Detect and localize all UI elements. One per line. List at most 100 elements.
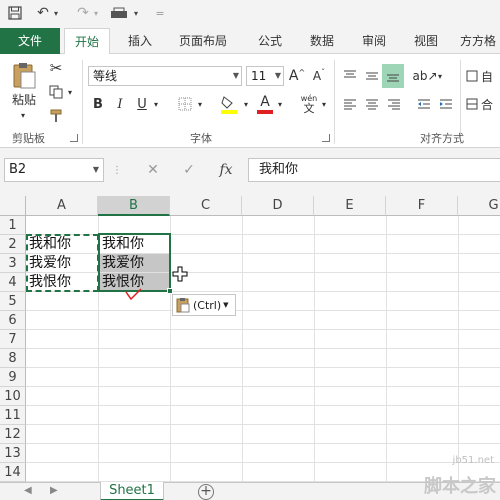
save-icon[interactable] bbox=[6, 4, 24, 22]
gridline bbox=[26, 329, 500, 330]
paste-options-button[interactable]: (Ctrl) ▼ bbox=[172, 294, 236, 316]
row-header-7[interactable]: 7 bbox=[0, 330, 26, 349]
paste-button[interactable]: 粘贴 bbox=[6, 60, 42, 108]
cross-cursor-icon bbox=[172, 266, 188, 282]
column-header-d[interactable]: D bbox=[242, 196, 314, 216]
sheet-tab-sheet1[interactable]: Sheet1 bbox=[100, 482, 164, 500]
paste-options-label: (Ctrl) bbox=[193, 298, 222, 312]
row-header-4[interactable]: 4 bbox=[0, 273, 26, 292]
column-header-b[interactable]: B bbox=[98, 196, 170, 216]
select-all-corner[interactable] bbox=[0, 196, 26, 216]
gridline bbox=[26, 386, 500, 387]
more-options-icon: ⋮ bbox=[112, 164, 122, 176]
merge-center-button[interactable]: 合 bbox=[466, 94, 500, 114]
orientation-dropdown-icon[interactable]: ▾ bbox=[436, 70, 444, 82]
tab-page-layout[interactable]: 页面布局 bbox=[170, 28, 236, 54]
customize-qat-icon[interactable]: ▾ bbox=[132, 4, 140, 22]
phonetic-button[interactable]: wén 文 bbox=[296, 92, 322, 116]
add-sheet-icon[interactable]: + bbox=[198, 484, 214, 500]
column-header-g[interactable]: G bbox=[458, 196, 500, 216]
font-name-value: 等线 bbox=[93, 69, 118, 83]
row-header-5[interactable]: 5 bbox=[0, 292, 26, 311]
scroll-right-icon[interactable]: ▶ bbox=[50, 485, 58, 496]
decrease-indent-icon[interactable] bbox=[414, 94, 434, 114]
font-color-dropdown-icon[interactable]: ▾ bbox=[276, 98, 284, 110]
font-size-select[interactable]: 11 ▼ bbox=[246, 66, 284, 86]
copy-icon[interactable] bbox=[46, 82, 66, 102]
row-header-11[interactable]: 11 bbox=[0, 406, 26, 425]
gridline bbox=[26, 462, 500, 463]
chevron-down-icon: ▼ bbox=[274, 71, 281, 80]
clipboard-launcher-icon[interactable] bbox=[70, 134, 78, 142]
italic-button[interactable]: I bbox=[112, 94, 128, 114]
row-header-3[interactable]: 3 bbox=[0, 254, 26, 273]
fill-color-icon[interactable] bbox=[218, 92, 240, 116]
border-dropdown-icon[interactable]: ▾ bbox=[196, 98, 204, 110]
tab-review[interactable]: 审阅 bbox=[354, 28, 394, 54]
column-header-f[interactable]: F bbox=[386, 196, 458, 216]
align-center-icon[interactable] bbox=[362, 94, 382, 114]
paste-label: 粘贴 bbox=[11, 92, 36, 107]
copy-dropdown-icon[interactable]: ▾ bbox=[66, 86, 74, 98]
bold-button[interactable]: B bbox=[90, 94, 106, 114]
row-header-13[interactable]: 13 bbox=[0, 444, 26, 463]
toolbar-tool-icon[interactable] bbox=[108, 4, 130, 22]
undo-icon[interactable]: ↶ bbox=[34, 4, 52, 22]
border-icon[interactable] bbox=[176, 94, 194, 114]
shrink-font-button[interactable]: Aˇ bbox=[310, 66, 328, 86]
wrap-text-button[interactable]: 自 bbox=[466, 66, 500, 86]
tab-home[interactable]: 开始 bbox=[64, 28, 110, 55]
grow-font-button[interactable]: A ^ bbox=[288, 66, 306, 86]
copy-marquee bbox=[26, 234, 99, 292]
tab-formulas[interactable]: 公式 bbox=[250, 28, 290, 54]
align-left-icon[interactable] bbox=[340, 94, 360, 114]
merge-label: 合 bbox=[481, 97, 494, 112]
name-box[interactable]: B2 ▼ bbox=[4, 158, 104, 182]
font-size-value: 11 bbox=[251, 69, 267, 83]
column-header-a[interactable]: A bbox=[26, 196, 98, 216]
orientation-icon[interactable]: ab↗ bbox=[412, 66, 437, 86]
redo-icon[interactable]: ↷ bbox=[74, 4, 92, 22]
row-header-2[interactable]: 2 bbox=[0, 235, 26, 254]
tab-file[interactable]: 文件 bbox=[0, 28, 60, 54]
row-header-14[interactable]: 14 bbox=[0, 463, 26, 482]
tab-view[interactable]: 视图 bbox=[406, 28, 446, 54]
quick-access-toolbar: ↶ ▾ ↷ ▾ ▾ = bbox=[0, 0, 500, 28]
tab-data[interactable]: 数据 bbox=[302, 28, 342, 54]
column-header-e[interactable]: E bbox=[314, 196, 386, 216]
tab-fangfangge[interactable]: 方方格 bbox=[460, 28, 500, 54]
column-header-c[interactable]: C bbox=[170, 196, 242, 216]
underline-button[interactable]: U bbox=[134, 94, 150, 114]
format-painter-icon[interactable] bbox=[46, 106, 66, 126]
row-header-9[interactable]: 9 bbox=[0, 368, 26, 387]
paste-dropdown-icon[interactable]: ▾ bbox=[16, 110, 30, 120]
font-color-button[interactable]: A bbox=[256, 92, 274, 116]
tab-insert[interactable]: 插入 bbox=[118, 28, 162, 54]
align-bottom-icon[interactable] bbox=[382, 64, 404, 88]
align-right-icon[interactable] bbox=[384, 94, 404, 114]
fill-color-dropdown-icon[interactable]: ▾ bbox=[242, 98, 250, 110]
cancel-icon[interactable]: ✕ bbox=[140, 158, 166, 182]
formula-input[interactable]: 我和你 bbox=[248, 158, 500, 182]
undo-dropdown-icon[interactable]: ▾ bbox=[52, 4, 60, 22]
underline-dropdown-icon[interactable]: ▾ bbox=[152, 98, 160, 110]
qat-separator: = bbox=[155, 6, 165, 20]
cut-icon[interactable]: ✂ bbox=[46, 58, 66, 78]
align-top-icon[interactable] bbox=[340, 66, 360, 86]
row-header-10[interactable]: 10 bbox=[0, 387, 26, 406]
font-name-select[interactable]: 等线 ▼ bbox=[88, 66, 242, 86]
row-header-6[interactable]: 6 bbox=[0, 311, 26, 330]
row-header-12[interactable]: 12 bbox=[0, 425, 26, 444]
row-header-1[interactable]: 1 bbox=[0, 216, 26, 235]
align-middle-icon[interactable] bbox=[362, 66, 382, 86]
scroll-left-icon[interactable]: ◀ bbox=[24, 485, 32, 496]
enter-icon[interactable]: ✓ bbox=[176, 158, 202, 182]
row-header-8[interactable]: 8 bbox=[0, 349, 26, 368]
insert-function-button[interactable]: fx bbox=[212, 158, 240, 182]
increase-indent-icon[interactable] bbox=[436, 94, 456, 114]
redo-dropdown-icon[interactable]: ▾ bbox=[92, 4, 100, 22]
font-launcher-icon[interactable] bbox=[322, 134, 330, 142]
paste-icon bbox=[13, 62, 36, 88]
phonetic-dropdown-icon[interactable]: ▾ bbox=[320, 98, 328, 110]
gridline bbox=[26, 348, 500, 349]
